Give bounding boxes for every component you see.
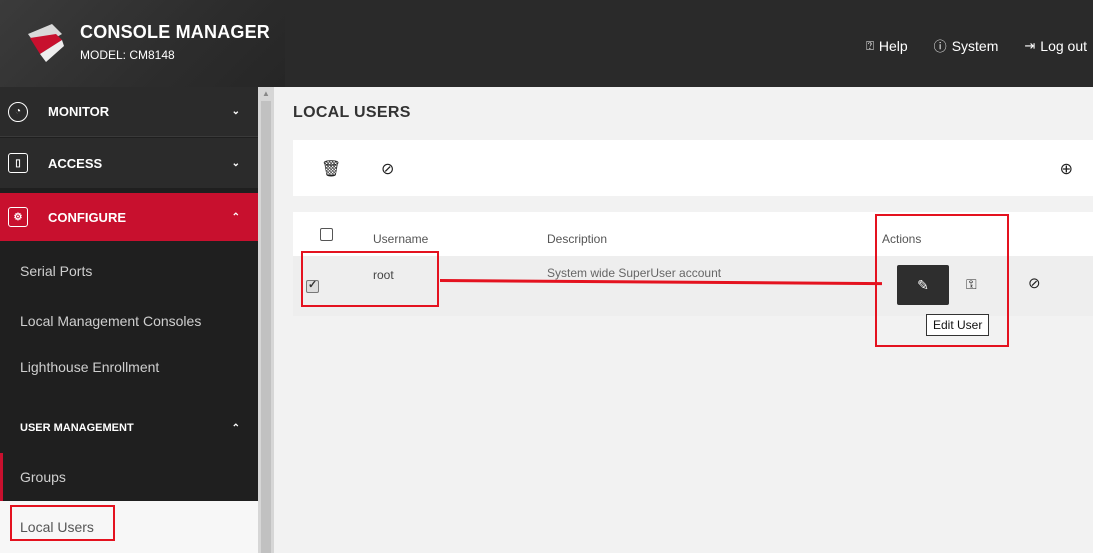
logout-label: Log out	[1040, 37, 1087, 54]
console-manager-logo-icon	[28, 24, 64, 62]
chevron-up-icon: ⌃	[231, 211, 240, 223]
sidebar-scrollbar[interactable]: ▲	[258, 87, 274, 553]
sidebar-section-access[interactable]: ▯ ACCESS ⌄	[0, 138, 258, 188]
column-header-description: Description	[547, 232, 608, 246]
disable-icon[interactable]: ⊘	[381, 159, 394, 179]
top-header: CONSOLE MANAGER MODEL: CM8148 ⍰ Help ⓘ S…	[0, 0, 1093, 87]
sidebar-section-label: CONFIGURE	[48, 209, 126, 225]
table-header: Username Description Actions	[293, 212, 1093, 256]
gauge-icon: ◔	[8, 101, 28, 122]
sidebar-item-local-management-consoles[interactable]: Local Management Consoles	[0, 297, 258, 345]
brand-block: CONSOLE MANAGER MODEL: CM8148	[0, 0, 285, 87]
toolbar: 🗑 ⊘ ⊕	[293, 140, 1093, 196]
door-icon: ▯	[8, 153, 28, 173]
chevron-down-icon: ⌄	[231, 157, 240, 169]
sidebar-item-groups[interactable]: Groups	[0, 453, 258, 501]
key-icon[interactable]: ⚿	[966, 276, 977, 293]
sidebar-item-lighthouse-enrollment[interactable]: Lighthouse Enrollment	[0, 343, 258, 391]
sidebar-item-local-users[interactable]: Local Users	[0, 501, 258, 553]
top-nav: ⍰ Help ⓘ System ⇥ Log out	[866, 36, 1087, 55]
sidebar-section-label: ACCESS	[48, 155, 103, 171]
page-title: LOCAL USERS	[293, 104, 411, 121]
sidebar-section-label: USER MANAGEMENT	[20, 422, 134, 434]
sidebar: ◔ MONITOR ⌄ ▯ ACCESS ⌄ ⚙ CONFIGURE ⌃ Ser…	[0, 87, 258, 553]
logout-link[interactable]: ⇥ Log out	[1024, 36, 1087, 55]
select-all-checkbox[interactable]	[320, 228, 333, 241]
sidebar-section-monitor[interactable]: ◔ MONITOR ⌄	[0, 87, 258, 137]
sidebar-item-serial-ports[interactable]: Serial Ports	[0, 247, 258, 295]
description-cell: System wide SuperUser account	[547, 266, 722, 280]
edit-user-tooltip: Edit User	[926, 314, 990, 336]
add-user-icon[interactable]: ⊕	[1060, 159, 1073, 179]
monitor-settings-icon: ⚙	[8, 207, 28, 227]
brand-model: MODEL: CM8148	[80, 48, 175, 62]
users-table: Username Description Actions root System…	[293, 212, 1093, 316]
info-icon: ⓘ	[933, 39, 947, 54]
help-icon: ⍰	[866, 37, 874, 53]
delete-icon[interactable]: 🗑	[321, 159, 341, 179]
brand-title: CONSOLE MANAGER	[80, 22, 271, 42]
disable-user-icon[interactable]: ⊘	[1028, 274, 1041, 292]
system-label: System	[951, 37, 999, 54]
table-row[interactable]: root System wide SuperUser account ✎ ⚿ ⊘	[293, 256, 1093, 316]
help-label: Help	[878, 37, 908, 54]
username-cell: root	[373, 268, 394, 282]
chevron-up-icon: ⌃	[231, 422, 240, 434]
help-link[interactable]: ⍰ Help	[866, 36, 908, 55]
row-checkbox[interactable]	[306, 278, 319, 293]
sidebar-section-user-management[interactable]: USER MANAGEMENT ⌃	[0, 403, 258, 453]
scrollbar-thumb[interactable]	[261, 101, 271, 553]
scroll-up-icon[interactable]: ▲	[262, 89, 270, 98]
system-link[interactable]: ⓘ System	[934, 36, 999, 55]
edit-user-button[interactable]: ✎	[897, 265, 949, 305]
sidebar-section-configure[interactable]: ⚙ CONFIGURE ⌃	[0, 193, 258, 241]
logout-icon: ⇥	[1024, 37, 1036, 53]
pencil-icon: ✎	[917, 276, 929, 293]
column-header-actions: Actions	[882, 232, 922, 246]
column-header-username: Username	[373, 232, 429, 246]
chevron-down-icon: ⌄	[231, 106, 240, 117]
sidebar-section-label: MONITOR	[48, 104, 110, 119]
